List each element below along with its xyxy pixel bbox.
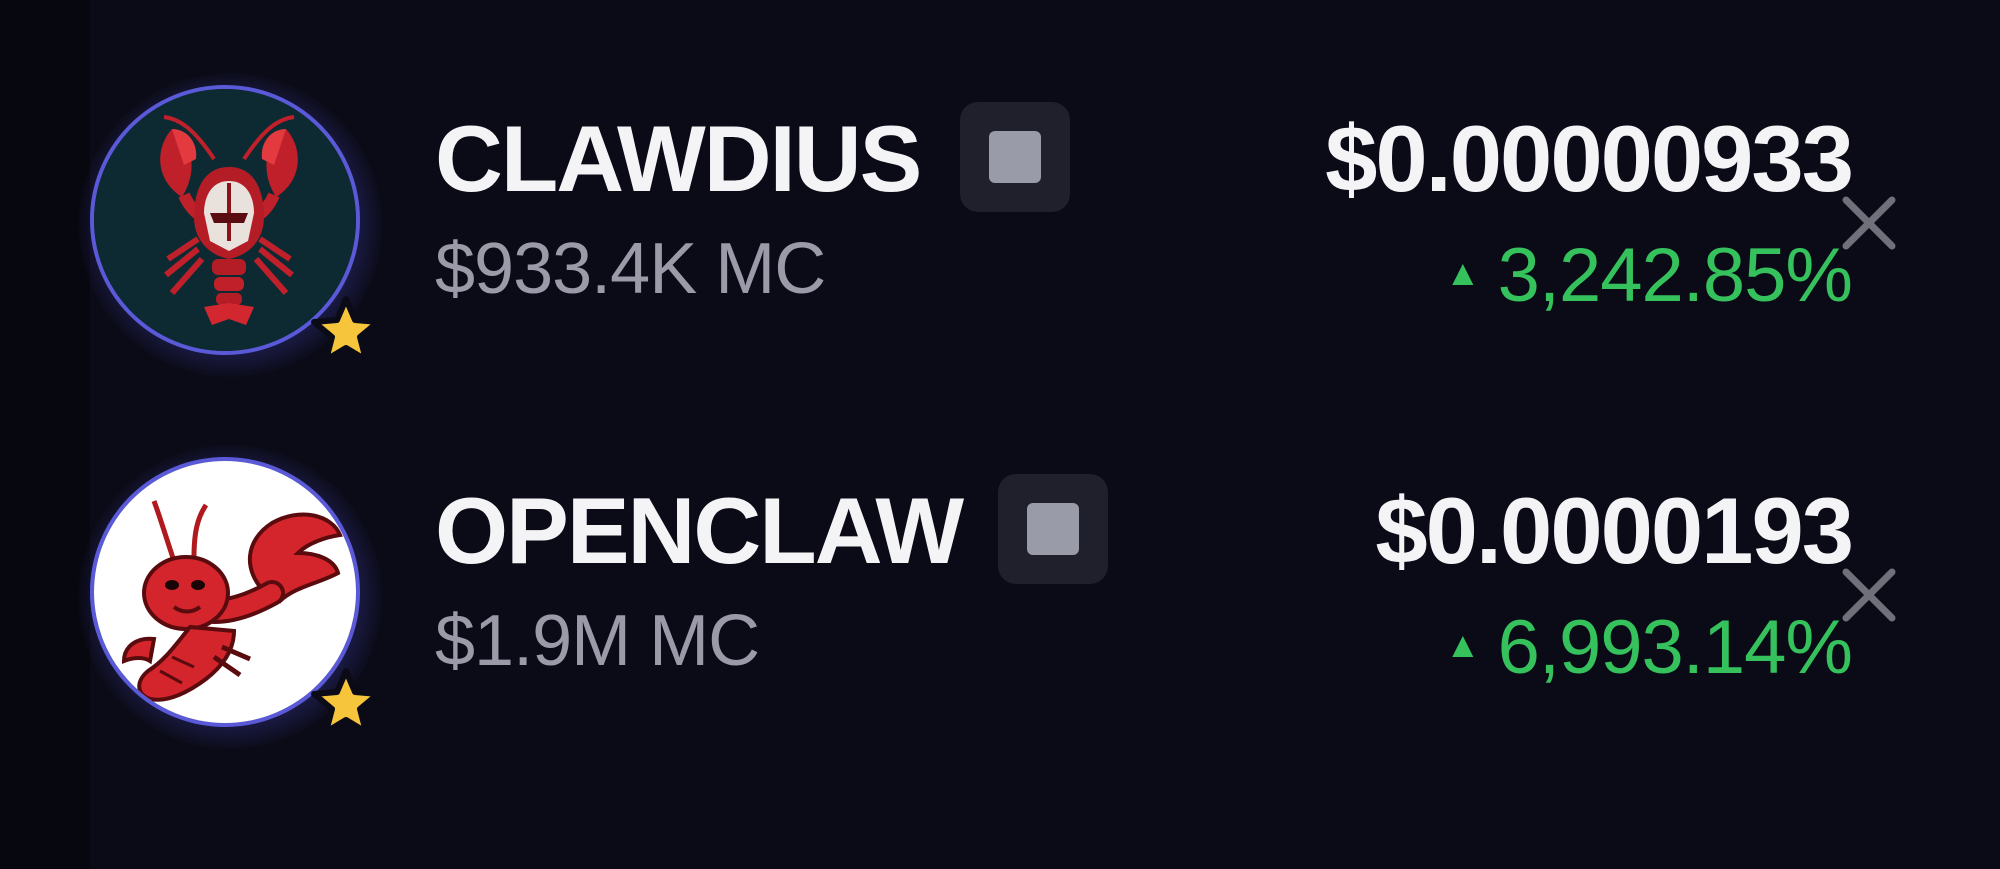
favorite-star-icon[interactable] — [308, 665, 384, 741]
token-price: $0.00000933 — [1325, 106, 1854, 211]
market-cap: $933.4K MC — [435, 229, 826, 309]
token-row-openclaw[interactable]: OPENCLAW $0.0000193 $1.9M MC ▲ 6,993.14% — [78, 432, 2000, 762]
token-price: $0.0000193 — [1375, 478, 1854, 583]
token-avatar-wrap — [78, 445, 382, 749]
copy-address-button[interactable] — [998, 474, 1108, 584]
watchlist-panel: CLAWDIUS $0.00000933 $933.4K MC ▲ 3,242.8… — [78, 0, 2000, 869]
up-arrow-icon: ▲ — [1444, 624, 1481, 665]
price-change-value: 3,242.85% — [1497, 233, 1853, 318]
price-change-value: 6,993.14% — [1497, 605, 1853, 690]
favorite-star-icon[interactable] — [308, 293, 384, 369]
token-symbol: CLAWDIUS — [435, 106, 922, 211]
token-avatar-wrap — [78, 73, 382, 377]
token-row-clawdius[interactable]: CLAWDIUS $0.00000933 $933.4K MC ▲ 3,242.8… — [78, 60, 2000, 390]
copy-square-icon — [1027, 503, 1079, 555]
up-arrow-icon: ▲ — [1444, 252, 1481, 293]
price-change: ▲ 3,242.85% — [1444, 238, 1853, 314]
token-symbol: OPENCLAW — [435, 478, 964, 583]
remove-token-close-icon[interactable] — [1834, 188, 1904, 258]
copy-square-icon — [989, 131, 1041, 183]
market-cap: $1.9M MC — [435, 601, 760, 681]
remove-token-close-icon[interactable] — [1834, 560, 1904, 630]
copy-address-button[interactable] — [960, 102, 1070, 212]
price-change: ▲ 6,993.14% — [1444, 610, 1853, 686]
